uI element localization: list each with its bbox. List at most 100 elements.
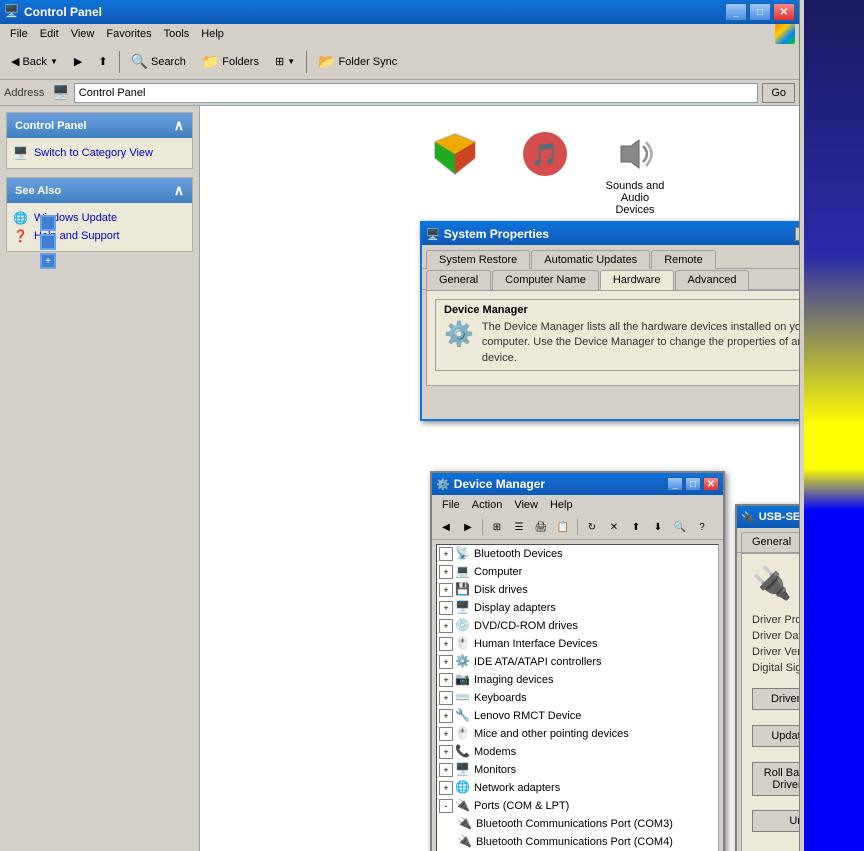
- sounds-icon[interactable]: 🎵: [510, 126, 580, 220]
- xp-dot-2[interactable]: [40, 234, 56, 250]
- expand-ide[interactable]: +: [439, 655, 453, 669]
- menu-edit[interactable]: Edit: [34, 26, 65, 42]
- folder-sync-button[interactable]: 📂 Folder Sync: [311, 48, 404, 76]
- tree-lenovo[interactable]: + 🔧 Lenovo RMCT Device: [437, 707, 718, 725]
- uninstall-driver-button[interactable]: Uninstall: [752, 810, 799, 832]
- tree-imaging[interactable]: + 📷 Imaging devices: [437, 671, 718, 689]
- dm-menu-file[interactable]: File: [436, 497, 466, 513]
- go-button[interactable]: Go: [762, 83, 795, 103]
- tree-dvd[interactable]: + 💿 DVD/CD-ROM drives: [437, 617, 718, 635]
- security-center-icon[interactable]: [420, 126, 490, 220]
- dm-btn-rollback[interactable]: ⬇: [648, 517, 668, 537]
- see-also-collapse[interactable]: ∧: [174, 182, 184, 199]
- xp-dot-1[interactable]: [40, 215, 56, 231]
- collapse-btn[interactable]: ∧: [174, 117, 184, 134]
- forward-button[interactable]: ▶: [67, 48, 89, 76]
- tree-bluetooth[interactable]: + 📡 Bluetooth Devices: [437, 545, 718, 563]
- dm-btn-view1[interactable]: ⊞: [487, 517, 507, 537]
- expand-hid[interactable]: +: [439, 637, 453, 651]
- expand-ports[interactable]: -: [439, 799, 453, 813]
- tree-com3[interactable]: 🔌 Bluetooth Communications Port (COM3): [455, 815, 718, 833]
- sys-help-btn[interactable]: ?: [795, 227, 799, 241]
- tree-network[interactable]: + 🌐 Network adapters: [437, 779, 718, 797]
- tab-computer-name[interactable]: Computer Name: [492, 270, 599, 290]
- tree-modems[interactable]: + 📞 Modems: [437, 743, 718, 761]
- keyboards-label: Keyboards: [474, 692, 527, 704]
- driver-details-button[interactable]: Driver Details...: [752, 688, 799, 710]
- tab-automatic-updates[interactable]: Automatic Updates: [531, 250, 650, 269]
- dm-maximize[interactable]: □: [685, 477, 701, 491]
- dm-btn-help[interactable]: ?: [692, 517, 712, 537]
- tree-keyboards[interactable]: + ⌨️ Keyboards: [437, 689, 718, 707]
- expand-bluetooth[interactable]: +: [439, 547, 453, 561]
- folders-button[interactable]: 📁 Folders: [195, 48, 266, 76]
- tab-advanced[interactable]: Advanced: [675, 270, 750, 290]
- tree-disk[interactable]: + 💾 Disk drives: [437, 581, 718, 599]
- expand-display[interactable]: +: [439, 601, 453, 615]
- dm-menu-action[interactable]: Action: [466, 497, 509, 513]
- menu-file[interactable]: File: [4, 26, 34, 42]
- up-button[interactable]: ⬆: [91, 48, 114, 76]
- expand-disk[interactable]: +: [439, 583, 453, 597]
- address-input[interactable]: Control Panel: [74, 83, 759, 103]
- view-button[interactable]: ⊞ ▼: [268, 48, 302, 76]
- search-icon: 🔍: [131, 53, 148, 70]
- maximize-button[interactable]: □: [749, 3, 771, 21]
- xp-plus-btn[interactable]: +: [40, 253, 56, 269]
- com4-icon: 🔌: [457, 834, 473, 850]
- menu-tools[interactable]: Tools: [158, 26, 196, 42]
- expand-modems[interactable]: +: [439, 745, 453, 759]
- tab-general[interactable]: General: [426, 270, 491, 290]
- tree-display[interactable]: + 🖥️ Display adapters: [437, 599, 718, 617]
- tree-ide[interactable]: + ⚙️ IDE ATA/ATAPI controllers: [437, 653, 718, 671]
- dm-btn-remove[interactable]: ✕: [604, 517, 624, 537]
- tab-hardware[interactable]: Hardware: [600, 270, 674, 290]
- dm-btn-update[interactable]: ⬆: [626, 517, 646, 537]
- expand-monitors[interactable]: +: [439, 763, 453, 777]
- expand-mice[interactable]: +: [439, 727, 453, 741]
- menu-favorites[interactable]: Favorites: [100, 26, 157, 42]
- expand-computer[interactable]: +: [439, 565, 453, 579]
- dm-menu-view[interactable]: View: [508, 497, 544, 513]
- search-button[interactable]: 🔍 Search: [124, 48, 193, 76]
- tree-ports[interactable]: - 🔌 Ports (COM & LPT): [437, 797, 718, 815]
- help-support-link[interactable]: ❓ Help and Support: [13, 227, 186, 245]
- tree-com4[interactable]: 🔌 Bluetooth Communications Port (COM4): [455, 833, 718, 851]
- tree-hid[interactable]: + 🖱️ Human Interface Devices: [437, 635, 718, 653]
- windows-update-link[interactable]: 🌐 Windows Update: [13, 209, 186, 227]
- switch-category-link[interactable]: 🖥️ Switch to Category View: [13, 144, 186, 162]
- expand-imaging[interactable]: +: [439, 673, 453, 687]
- minimize-button[interactable]: _: [725, 3, 747, 21]
- tab-remote[interactable]: Remote: [651, 250, 716, 269]
- expand-keyboards[interactable]: +: [439, 691, 453, 705]
- tree-computer[interactable]: + 💻 Computer: [437, 563, 718, 581]
- menu-view[interactable]: View: [65, 26, 101, 42]
- dm-btn-view2[interactable]: ☰: [509, 517, 529, 537]
- device-icon: 🔌: [752, 564, 792, 602]
- tab-system-restore[interactable]: System Restore: [426, 250, 530, 269]
- update-driver-button[interactable]: Update Driver...: [752, 725, 799, 747]
- dm-btn-scan[interactable]: 🔍: [670, 517, 690, 537]
- roll-back-driver-button[interactable]: Roll Back Driver: [752, 762, 799, 796]
- tree-mice[interactable]: + 🖱️ Mice and other pointing devices: [437, 725, 718, 743]
- disk-label: Disk drives: [474, 584, 528, 596]
- toolbar-sep-1: [119, 51, 120, 73]
- device-tree[interactable]: + 📡 Bluetooth Devices + 💻 Computer + 💾: [436, 544, 719, 851]
- dm-btn-refresh[interactable]: ↻: [582, 517, 602, 537]
- expand-network[interactable]: +: [439, 781, 453, 795]
- dm-menu-help[interactable]: Help: [544, 497, 579, 513]
- tab-general[interactable]: General: [741, 532, 799, 552]
- audio-devices-icon[interactable]: Sounds and Audio Devices: [600, 126, 670, 220]
- dm-btn-prop[interactable]: 📋: [553, 517, 573, 537]
- dm-btn-forward[interactable]: ▶: [458, 517, 478, 537]
- dm-btn-print[interactable]: 🖨: [531, 517, 551, 537]
- menu-help[interactable]: Help: [195, 26, 230, 42]
- expand-dvd[interactable]: +: [439, 619, 453, 633]
- tree-monitors[interactable]: + 🖥️ Monitors: [437, 761, 718, 779]
- close-button[interactable]: ✕: [773, 3, 795, 21]
- dm-minimize[interactable]: _: [667, 477, 683, 491]
- expand-lenovo[interactable]: +: [439, 709, 453, 723]
- dm-close[interactable]: ✕: [703, 477, 719, 491]
- dm-btn-back[interactable]: ◀: [436, 517, 456, 537]
- back-button[interactable]: ◀ Back ▼: [4, 48, 65, 76]
